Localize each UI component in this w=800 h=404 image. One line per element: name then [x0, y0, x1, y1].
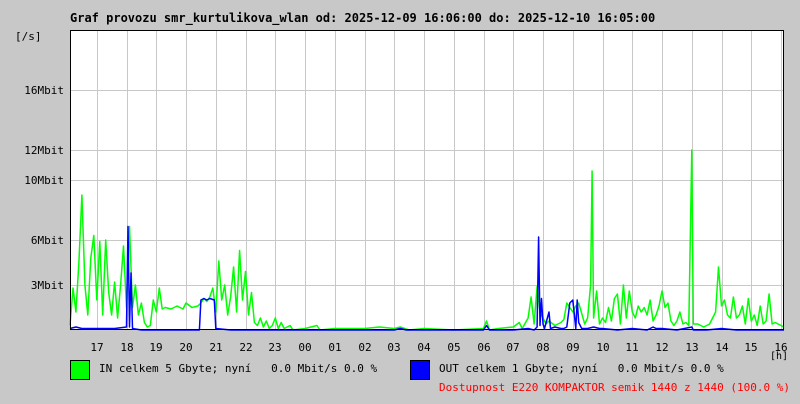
- y-tick-label: 12Mbit: [24, 144, 64, 157]
- x-tick-label: 04: [417, 341, 431, 354]
- y-tick-label: 6Mbit: [31, 234, 64, 247]
- x-tick-label: 12: [655, 341, 668, 354]
- x-tick-label: 08: [536, 341, 549, 354]
- x-tick-label: 02: [358, 341, 371, 354]
- legend-in-swatch: [70, 360, 90, 380]
- x-axis-label: [h]: [770, 351, 788, 362]
- legend-out-swatch: [410, 360, 430, 380]
- chart-title: Graf provozu smr_kurtulikova_wlan od: 20…: [70, 11, 655, 26]
- x-tick-label: 15: [744, 341, 757, 354]
- legend-out-text: OUT celkem 1 Gbyte; nyní 0.0 Mbit/s 0.0 …: [439, 362, 724, 375]
- traffic-chart: 17 18 19 20 21 22 23 00 01 02 03 04 05 06 07 08 09 10 11 12…: [0, 0, 800, 400]
- x-tick-label: 17: [90, 341, 103, 354]
- y-tick-label: 3Mbit: [31, 279, 64, 292]
- chart-svg: 17 18 19 20 21 22 23 00 01 02 03 04 05 06 07 08 09 10 11 12…: [15, 11, 788, 362]
- y-tick-label: 16Mbit: [24, 84, 64, 97]
- x-tick-label: 03: [387, 341, 400, 354]
- legend-in-text: IN celkem 5 Gbyte; nyní 0.0 Mbit/s 0.0 %: [99, 362, 378, 375]
- x-tick-label: 11: [625, 341, 638, 354]
- x-tick-label: 18: [120, 341, 133, 354]
- availability-text: Dostupnost E220 KOMPAKTOR semik 1440 z 1…: [439, 381, 790, 394]
- x-tick-label: 00: [298, 341, 311, 354]
- x-tick-label: 10: [596, 341, 609, 354]
- x-tick-label: 06: [477, 341, 490, 354]
- x-tick-label: 22: [239, 341, 252, 354]
- x-tick-label: 21: [209, 341, 222, 354]
- x-tick-label: 20: [179, 341, 192, 354]
- y-axis-label: [/s]: [15, 30, 42, 43]
- x-tick-label: 13: [685, 341, 698, 354]
- x-tick-label: 01: [328, 341, 341, 354]
- x-tick-label: 07: [506, 341, 519, 354]
- x-tick-label: 14: [715, 341, 729, 354]
- y-tick-label: 10Mbit: [24, 174, 64, 187]
- x-tick-label: 19: [149, 341, 162, 354]
- x-tick-label: 23: [268, 341, 281, 354]
- x-tick-label: 05: [447, 341, 460, 354]
- x-tick-label: 09: [566, 341, 579, 354]
